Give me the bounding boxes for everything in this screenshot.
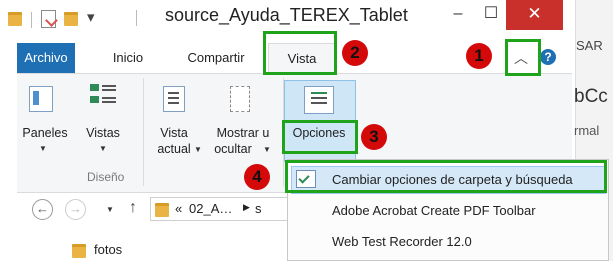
menu-item-web-test-recorder[interactable]: Web Test Recorder 12.0 (332, 234, 472, 249)
tab-inicio[interactable]: Inicio (98, 43, 158, 73)
vista-actual-label-1[interactable]: Vista (149, 125, 199, 141)
tab-compartir[interactable]: Compartir (172, 43, 260, 73)
recent-locations-icon[interactable]: ▼ (106, 205, 114, 214)
breadcrumb[interactable]: 02_A… (189, 201, 232, 216)
page-icon[interactable] (41, 10, 58, 28)
back-icon[interactable]: ← (32, 199, 53, 220)
group-label-diseno: Diseño (87, 170, 125, 184)
address-field[interactable]: « 02_A… ▶ s (150, 197, 291, 221)
navigation-bar: ← → ▼ ↑ « 02_A… ▶ s (17, 195, 291, 223)
maximize-button[interactable]: ☐ (476, 0, 506, 30)
current-view-icon (163, 86, 185, 112)
folder-icon (155, 203, 169, 217)
separator (143, 78, 144, 186)
mostrar-label-1[interactable]: Mostrar u (208, 125, 278, 141)
partial-text: rmal (574, 123, 600, 138)
partial-text: bCc (574, 86, 608, 107)
up-arrow-icon[interactable]: ↑ (129, 199, 137, 217)
quick-access-dropdown-icon[interactable]: ▾ (87, 8, 95, 26)
folder-icon (8, 12, 22, 26)
chevron-right-icon[interactable]: ▶ (243, 202, 250, 213)
show-hide-icon (230, 86, 250, 112)
callout-1: 1 (466, 43, 492, 69)
mostrar-ocultar-button[interactable]: ocultar (203, 141, 263, 157)
breadcrumb-overflow[interactable]: « (175, 201, 182, 216)
layout-icon (90, 82, 120, 112)
callout-4: 4 (244, 164, 270, 190)
new-folder-icon[interactable] (64, 12, 78, 26)
close-button[interactable]: ✕ (506, 0, 563, 30)
separator (31, 12, 32, 28)
vistas-button[interactable]: Vistas (79, 125, 127, 141)
partial-text: SAR (576, 38, 603, 53)
forward-icon[interactable]: → (65, 199, 86, 220)
separator (136, 10, 137, 26)
tab-archivo[interactable]: Archivo (17, 43, 75, 73)
chevron-down-icon: ▼ (99, 144, 107, 153)
panes-icon (29, 86, 53, 112)
chevron-down-icon: ▼ (263, 145, 271, 154)
highlight-box-vista (263, 31, 337, 75)
help-icon[interactable]: ? (540, 49, 556, 65)
highlight-box-chevron (505, 39, 541, 76)
callout-2: 2 (342, 40, 368, 66)
vista-actual-button[interactable]: actual (149, 141, 199, 157)
chevron-down-icon: ▼ (39, 144, 47, 153)
list-item[interactable]: fotos (94, 242, 122, 257)
window-title: source_Ayuda_TEREX_Tablet (165, 5, 408, 25)
chevron-down-icon: ▼ (194, 145, 202, 154)
highlight-box-cambiar (285, 160, 607, 193)
breadcrumb-next[interactable]: s (255, 201, 262, 216)
options-icon (304, 86, 334, 114)
highlight-box-opciones (282, 120, 358, 154)
minimize-button[interactable]: – (440, 0, 476, 30)
menu-item-adobe-acrobat[interactable]: Adobe Acrobat Create PDF Toolbar (332, 203, 536, 218)
folder-icon (72, 244, 86, 258)
paneles-button[interactable]: Paneles (21, 125, 69, 141)
callout-3: 3 (361, 124, 387, 150)
